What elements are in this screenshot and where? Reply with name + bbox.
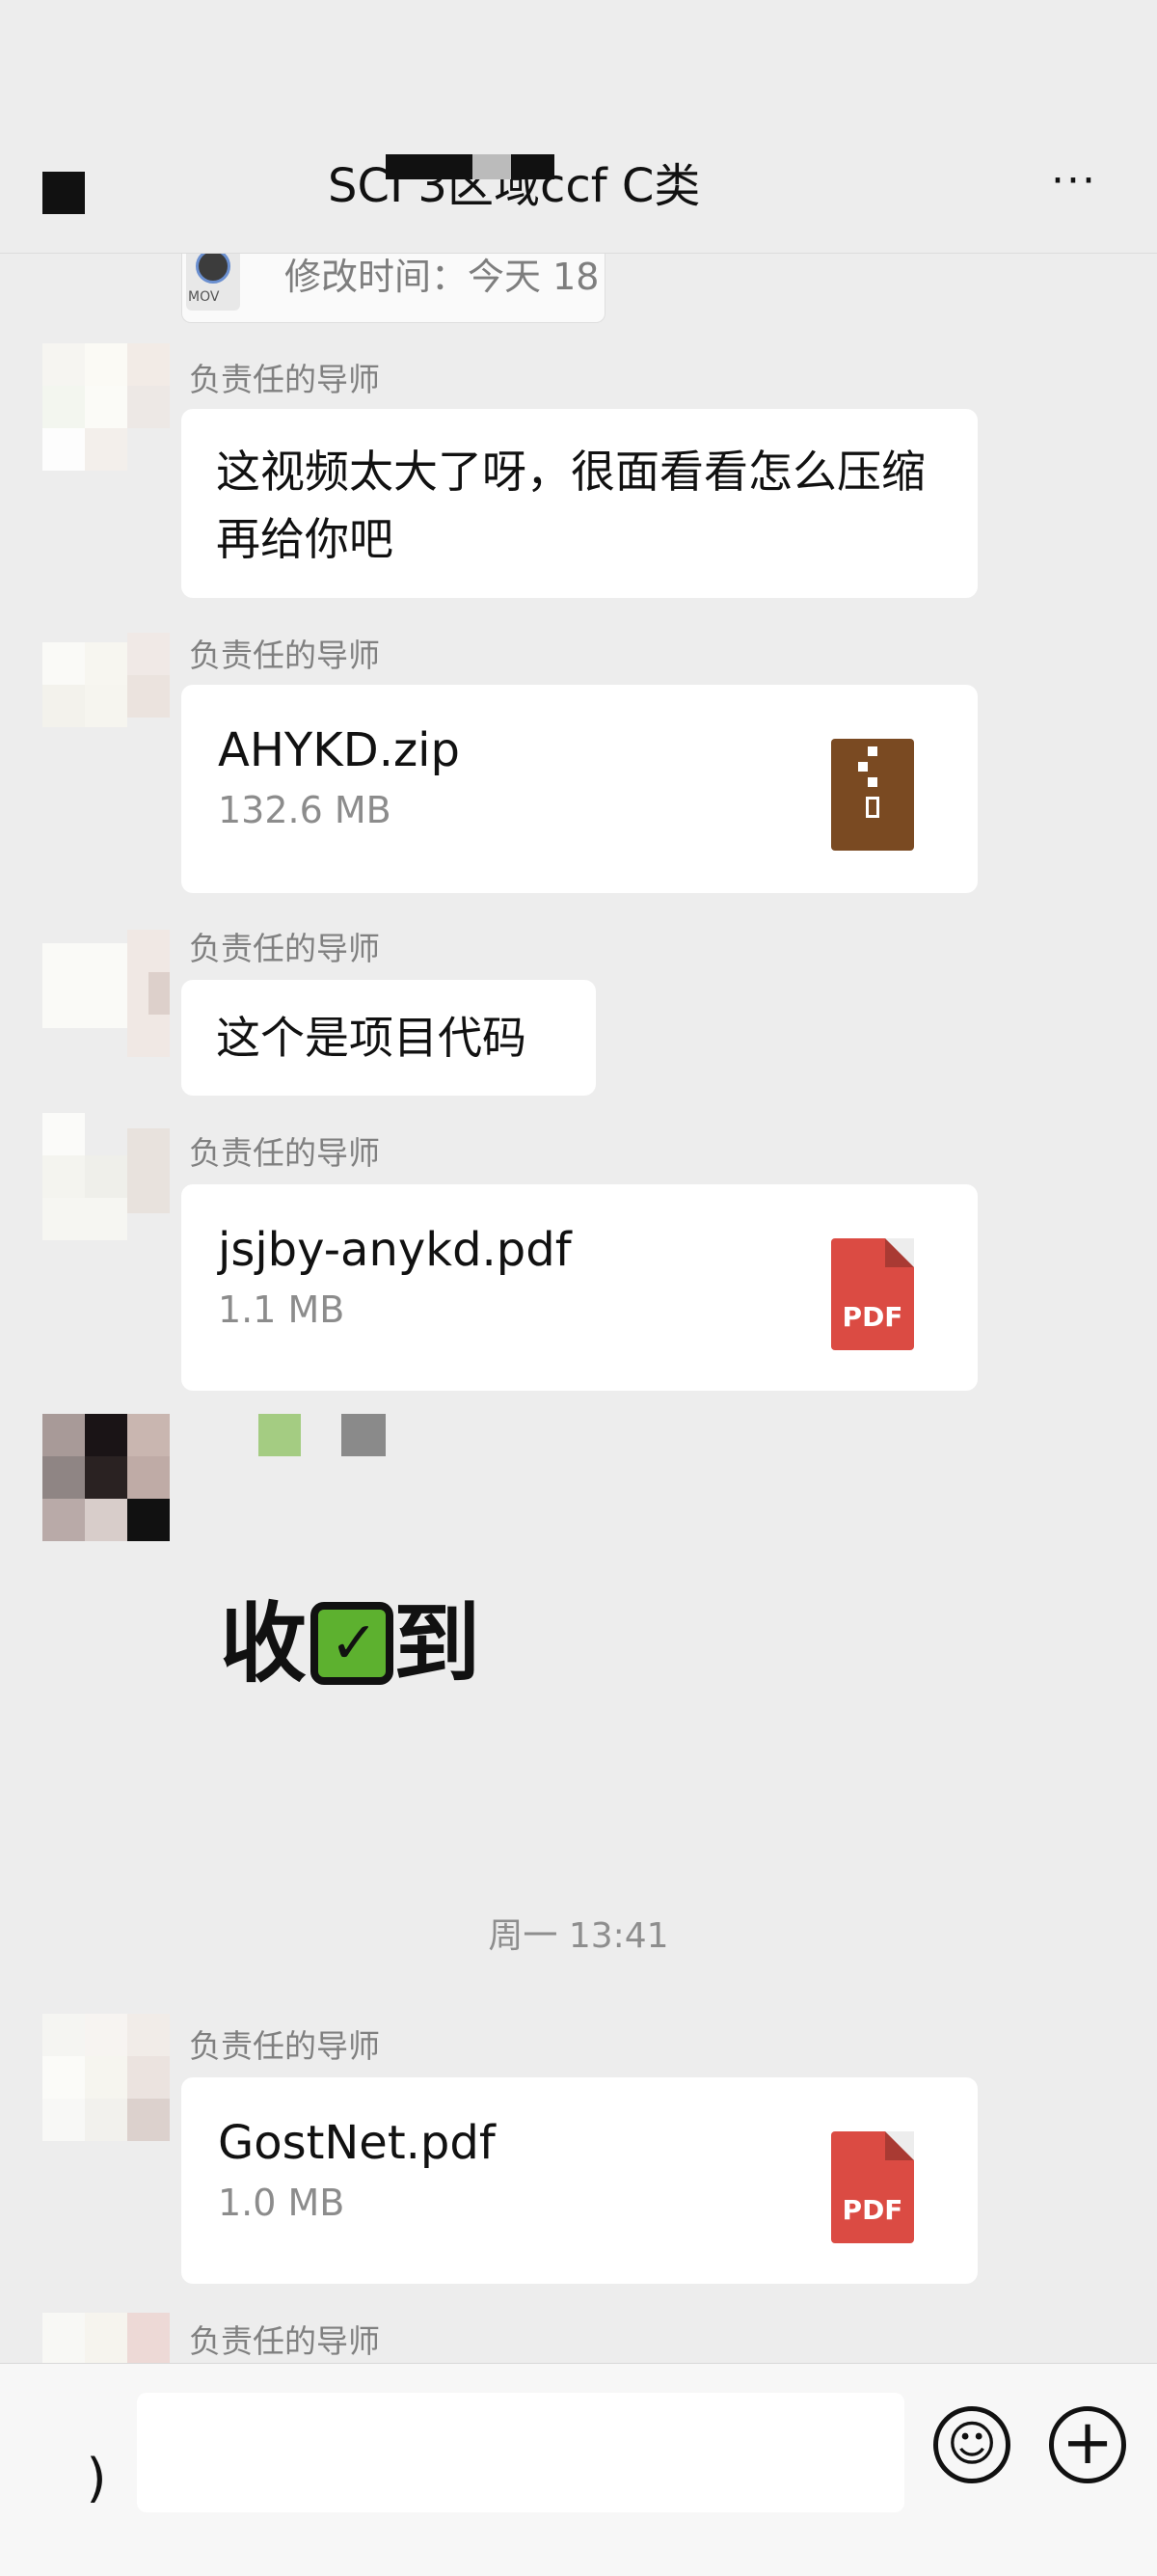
chat-input-bar: ) ☺ + (0, 2363, 1157, 2576)
title-redaction (386, 154, 554, 179)
sender-name-redaction-2 (341, 1414, 386, 1456)
file-size: 1.0 MB (218, 2182, 345, 2224)
back-icon[interactable] (42, 172, 85, 214)
file-message-bubble[interactable]: AHYKD.zip 132.6 MB (181, 685, 978, 893)
message-input[interactable] (137, 2393, 904, 2512)
pdf-file-icon: PDF (831, 1238, 914, 1350)
text-message-bubble[interactable]: 这个是项目代码 (181, 980, 596, 1096)
sender-name: 负责任的导师 (189, 361, 380, 398)
avatar[interactable] (42, 343, 170, 471)
sticker-received[interactable]: 收 ✓ 到 (220, 1591, 484, 1697)
zip-file-icon (831, 739, 914, 851)
avatar[interactable] (42, 1113, 170, 1240)
check-icon: ✓ (310, 1602, 393, 1685)
avatar[interactable] (42, 2313, 170, 2363)
pdf-file-icon: PDF (831, 2131, 914, 2243)
text-message-bubble[interactable]: 这视频太大了呀，很面看看怎么压缩再给你吧 (181, 409, 978, 598)
file-message-bubble[interactable]: GostNet.pdf 1.0 MB PDF (181, 2077, 978, 2284)
message-timestamp: 周一 13:41 (488, 1916, 669, 1956)
sender-name: 负责任的导师 (189, 2322, 380, 2360)
sender-name: 负责任的导师 (189, 2027, 380, 2065)
sender-name: 负责任的导师 (189, 637, 380, 674)
voice-icon[interactable]: ) (67, 2445, 125, 2512)
avatar[interactable] (42, 1414, 170, 1541)
plus-icon[interactable]: + (1049, 2406, 1126, 2483)
more-options-icon[interactable]: ··· (1039, 160, 1109, 203)
sender-name-redaction (258, 1414, 301, 1456)
chat-header: SCI 3区域ccf C类 ··· (0, 0, 1157, 254)
emoji-icon[interactable]: ☺ (933, 2406, 1010, 2483)
title-redaction-2 (472, 154, 511, 179)
file-size: 132.6 MB (218, 789, 391, 831)
file-type-label: MOV (188, 289, 220, 305)
avatar[interactable] (42, 2014, 170, 2141)
file-name: GostNet.pdf (218, 2116, 496, 2170)
file-name: AHYKD.zip (218, 723, 460, 777)
avatar[interactable] (42, 633, 170, 760)
file-name: jsjby-anykd.pdf (218, 1223, 572, 1277)
sender-name: 负责任的导师 (189, 1134, 380, 1172)
file-size: 1.1 MB (218, 1288, 345, 1331)
file-modified-time: 修改时间：今天 18 (284, 256, 600, 298)
quicktime-icon (196, 249, 230, 284)
avatar[interactable] (42, 930, 170, 1057)
sender-name: 负责任的导师 (189, 930, 380, 967)
file-message-bubble[interactable]: jsjby-anykd.pdf 1.1 MB PDF (181, 1184, 978, 1391)
